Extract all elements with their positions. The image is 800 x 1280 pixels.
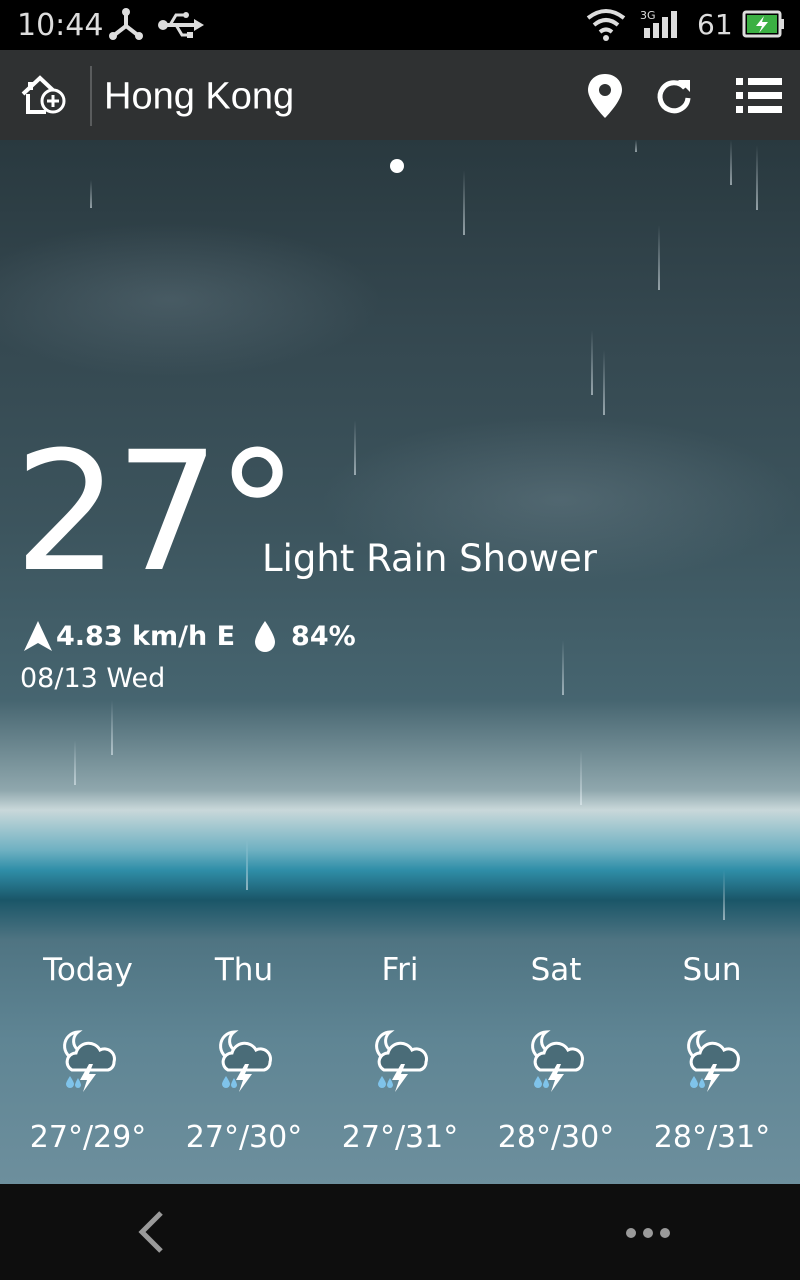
- location-pin-icon[interactable]: [586, 72, 624, 120]
- app-bar-divider: [90, 66, 92, 126]
- forecast-strip: Today 27°/29° Thu 27°/30° Fri 27°/31° Sa…: [10, 940, 790, 1184]
- night-thunder-rain-icon: [219, 1030, 272, 1092]
- forecast-temps: 27°/31°: [341, 1120, 459, 1155]
- current-date: 08/13 Wed: [20, 663, 166, 694]
- add-city-icon[interactable]: [20, 72, 70, 118]
- back-icon[interactable]: [136, 1210, 166, 1254]
- humidity-drop-icon: [255, 621, 276, 652]
- refresh-icon[interactable]: [654, 76, 694, 116]
- forecast-day[interactable]: Sun 28°/31°: [634, 940, 790, 1184]
- battery-level: 61: [697, 8, 733, 41]
- night-thunder-rain-icon: [63, 1030, 116, 1092]
- svg-text:3G: 3G: [640, 9, 656, 22]
- forecast-day[interactable]: Today 27°/29°: [10, 940, 166, 1184]
- weather-scene: 27° Light Rain Shower 4.83 km/h E 84% 08…: [0, 140, 800, 1184]
- forecast-day[interactable]: Sat 28°/30°: [478, 940, 634, 1184]
- forecast-day-name: Sun: [682, 952, 742, 988]
- status-bar: 10:44 3G 61: [0, 0, 800, 50]
- forecast-day[interactable]: Fri 27°/31°: [322, 940, 478, 1184]
- overflow-menu-icon[interactable]: [624, 1226, 672, 1240]
- forecast-temps: 27°/30°: [185, 1120, 303, 1155]
- status-time: 10:44: [17, 8, 104, 43]
- navigation-bar: [0, 1184, 800, 1280]
- app-bar: Hong Kong: [0, 50, 800, 140]
- weather-condition: Light Rain Shower: [262, 537, 597, 580]
- wind-humidity-row: 4.83 km/h E 84%: [22, 616, 356, 656]
- forecast-day-name: Today: [43, 952, 133, 988]
- forecast-temps: 28°/30°: [497, 1120, 615, 1155]
- forecast-day-name: Thu: [214, 952, 274, 988]
- usb-icon: [158, 12, 204, 38]
- list-menu-icon[interactable]: [734, 76, 784, 116]
- night-thunder-rain-icon: [531, 1030, 584, 1092]
- battery-charging-icon: [742, 10, 784, 38]
- page-indicator: [390, 159, 404, 173]
- night-thunder-rain-icon: [375, 1030, 428, 1092]
- city-name[interactable]: Hong Kong: [104, 76, 294, 119]
- wind-speed: 4.83 km/h E: [56, 620, 236, 652]
- forecast-day-name: Sat: [530, 952, 582, 988]
- night-thunder-rain-icon: [687, 1030, 740, 1092]
- forecast-day[interactable]: Thu 27°/30°: [166, 940, 322, 1184]
- forecast-temps: 27°/29°: [29, 1120, 147, 1155]
- network-share-icon: [109, 8, 143, 40]
- humidity: 84%: [291, 620, 356, 652]
- wind-direction-icon: [24, 621, 52, 651]
- current-temperature: 27°: [14, 416, 298, 608]
- signal-icon: 3G: [640, 9, 677, 38]
- forecast-day-name: Fri: [381, 952, 419, 988]
- wifi-icon: [586, 9, 626, 41]
- forecast-temps: 28°/31°: [653, 1120, 771, 1155]
